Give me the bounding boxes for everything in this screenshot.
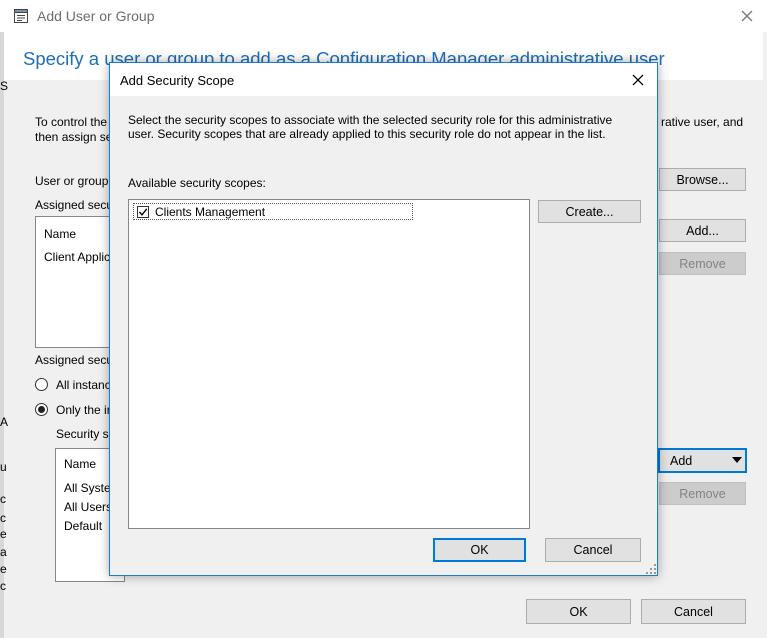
outer-ok-button[interactable]: OK xyxy=(526,599,631,624)
resize-grip-icon[interactable] xyxy=(645,563,657,575)
edge-char: e xyxy=(0,527,7,541)
modal-ok-button[interactable]: OK xyxy=(433,538,526,562)
outer-cancel-button[interactable]: Cancel xyxy=(641,599,746,624)
edge-char: e xyxy=(0,562,7,576)
radio-all-instances[interactable] xyxy=(35,378,48,391)
available-scopes-list[interactable]: Clients Management xyxy=(128,199,530,529)
table-row[interactable]: All Users xyxy=(64,500,112,514)
radio-all-instances-label: All instanc xyxy=(56,378,111,392)
add-role-button[interactable]: Add... xyxy=(659,219,746,242)
chevron-down-icon xyxy=(732,457,742,463)
intro-text-right: rative user, and xyxy=(661,115,744,129)
assigned-roles-label: Assigned secu xyxy=(35,198,114,212)
security-scopes-label: Security sc xyxy=(56,427,115,441)
checkmark-icon xyxy=(138,208,148,216)
assigned-scopes-label: Assigned secu xyxy=(35,353,114,367)
available-scopes-label: Available security scopes: xyxy=(128,176,266,190)
edge-char: A xyxy=(0,415,9,429)
table-row[interactable]: All Syste xyxy=(64,481,111,495)
remove-scope-button[interactable]: Remove xyxy=(659,482,746,505)
user-or-group-label: User or group xyxy=(35,174,109,188)
list-item[interactable]: Clients Management xyxy=(133,203,413,220)
browse-button[interactable]: Browse... xyxy=(659,168,746,191)
edge-char: a xyxy=(0,545,7,559)
edge-char: c xyxy=(0,492,6,506)
radio-only-instances[interactable] xyxy=(35,403,48,416)
edge-char: u xyxy=(0,460,7,474)
scope-checkbox[interactable] xyxy=(137,206,149,218)
roles-column-header: Name xyxy=(44,227,77,241)
create-scope-button[interactable]: Create... xyxy=(538,200,641,223)
add-security-scope-dialog: Add Security Scope Select the security s… xyxy=(109,62,658,576)
edge-char: c xyxy=(0,579,6,593)
modal-description: Select the security scopes to associate … xyxy=(128,113,613,141)
scopes-column-header: Name xyxy=(64,457,97,471)
table-row[interactable]: Client Applic xyxy=(44,250,110,264)
intro-text-line-2: then assign se xyxy=(35,130,113,144)
remove-role-button[interactable]: Remove xyxy=(659,252,746,275)
scope-item-label: Clients Management xyxy=(155,205,266,219)
close-icon[interactable] xyxy=(736,5,758,27)
add-scope-dropdown-label: Add xyxy=(670,453,693,468)
modal-cancel-button[interactable]: Cancel xyxy=(545,538,641,562)
radio-only-instances-label: Only the ir xyxy=(56,403,111,417)
edge-char: c xyxy=(0,511,6,525)
intro-text-line-1: To control the xyxy=(35,115,108,129)
outer-window-title: Add User or Group xyxy=(37,8,155,24)
dialog-window-icon xyxy=(14,9,28,23)
close-icon[interactable] xyxy=(627,69,649,91)
add-scope-dropdown-button[interactable]: Add xyxy=(658,448,747,473)
edge-char: S xyxy=(0,79,9,93)
modal-title: Add Security Scope xyxy=(120,73,235,88)
table-row[interactable]: Default xyxy=(64,519,102,533)
